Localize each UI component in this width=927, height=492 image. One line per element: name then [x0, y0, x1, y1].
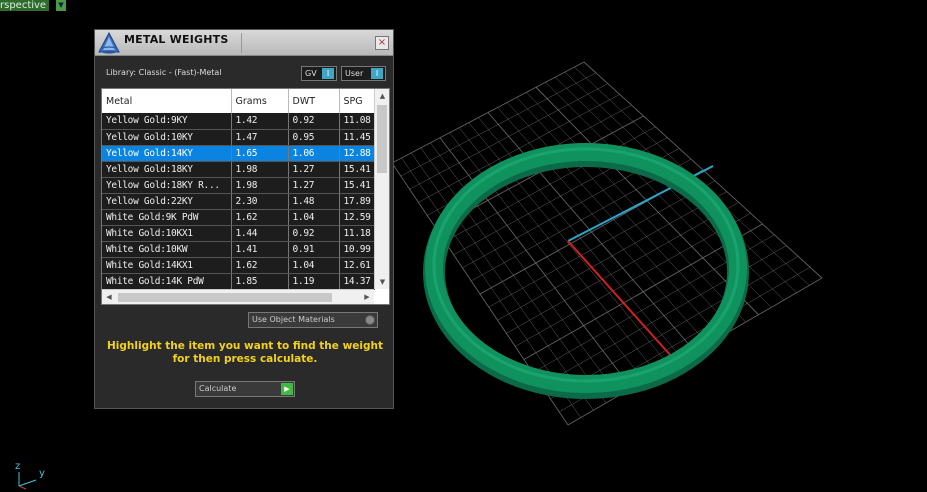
cell-dwt: 0.92 [288, 225, 340, 242]
cell-spg: 10.99 [339, 241, 375, 258]
cell-spg: 11.18 [339, 225, 375, 242]
cell-grams: 1.85 [231, 273, 289, 290]
cell-metal: Yellow Gold:14KY [102, 145, 232, 162]
cell-dwt: 0.92 [288, 113, 340, 130]
ground-grid [391, 61, 823, 426]
cell-spg: 14.37 [339, 273, 375, 290]
table-row[interactable]: Yellow Gold:9KY 1.42 0.92 11.08 [102, 113, 375, 130]
cell-metal: Yellow Gold:10KY [102, 129, 232, 146]
cell-spg: 12.59 [339, 209, 375, 226]
table-row[interactable]: Yellow Gold:18KY R... 1.98 1.27 15.41 [102, 177, 375, 194]
instructions-line-1: Highlight the item you want to find the … [107, 340, 383, 352]
gv-toggle-label: GV [305, 69, 317, 78]
view-menu-arrow-icon[interactable]: ▼ [56, 0, 66, 11]
dialog-title: METAL WEIGHTS [124, 33, 229, 46]
cell-grams: 1.62 [231, 257, 289, 274]
cell-grams: 2.30 [231, 193, 289, 210]
cell-spg: 17.89 [339, 193, 375, 210]
calculate-label: Calculate [199, 384, 237, 393]
cell-spg: 11.08 [339, 113, 375, 130]
scroll-up-icon[interactable]: ▲ [375, 89, 389, 103]
vertical-scrollbar[interactable]: ▲ ▼ [374, 89, 389, 289]
cell-metal: White Gold:10KW [102, 241, 232, 258]
table-row[interactable]: Yellow Gold:14KY 1.65 1.06 12.88 [102, 145, 375, 162]
axis-gizmo-icon [18, 472, 37, 490]
cell-dwt: 1.48 [288, 193, 340, 210]
gv-toggle[interactable]: GV I [301, 66, 337, 81]
x-axis-line [567, 240, 673, 358]
cell-grams: 1.62 [231, 209, 289, 226]
metal-table: Metal Grams DWT SPG Yellow Gold:9KY 1.42 0… [101, 88, 390, 305]
radio-icon[interactable] [365, 315, 375, 325]
cell-metal: Yellow Gold:9KY [102, 113, 232, 130]
calculate-button[interactable]: Calculate ▶ [195, 381, 295, 397]
cell-spg: 15.41 [339, 161, 375, 178]
user-toggle-label: User [345, 69, 364, 78]
horizontal-scrollbar[interactable]: ◀ ▶ [102, 289, 374, 304]
column-header-grams[interactable]: Grams [231, 89, 289, 113]
viewport-view-label[interactable]: rspective [0, 0, 50, 11]
column-header-spg[interactable]: SPG [339, 89, 375, 113]
table-row[interactable]: White Gold:10KX1 1.44 0.92 11.18 [102, 225, 375, 242]
cell-grams: 1.47 [231, 129, 289, 146]
instructions-text: Highlight the item you want to find the … [103, 340, 387, 366]
scroll-down-icon[interactable]: ▼ [375, 275, 389, 289]
play-arrow-icon: ▶ [281, 383, 293, 395]
cell-spg: 12.61 [339, 257, 375, 274]
cell-grams: 1.98 [231, 177, 289, 194]
metal-weights-dialog: METAL WEIGHTS × Library: Classic - (Fast… [94, 29, 394, 409]
cell-metal: White Gold:9K PdW [102, 209, 232, 226]
cell-metal: Yellow Gold:18KY [102, 161, 232, 178]
cell-spg: 12.88 [339, 145, 375, 162]
table-row[interactable]: White Gold:14KX1 1.62 1.04 12.61 [102, 257, 375, 274]
table-row[interactable]: White Gold:14K PdW 1.85 1.19 14.37 [102, 273, 375, 290]
cell-metal: White Gold:14KX1 [102, 257, 232, 274]
cell-dwt: 1.19 [288, 273, 340, 290]
table-row[interactable]: Yellow Gold:22KY 2.30 1.48 17.89 [102, 193, 375, 210]
cell-spg: 11.45 [339, 129, 375, 146]
toggle-knob-icon: I [371, 68, 383, 79]
table-row[interactable]: Yellow Gold:10KY 1.47 0.95 11.45 [102, 129, 375, 146]
cell-dwt: 1.27 [288, 177, 340, 194]
app-logo-icon [98, 32, 120, 54]
titlebar-divider [241, 33, 242, 53]
scroll-right-icon[interactable]: ▶ [360, 290, 374, 304]
cell-dwt: 0.91 [288, 241, 340, 258]
table-row[interactable]: White Gold:10KW 1.41 0.91 10.99 [102, 241, 375, 258]
horizontal-scroll-thumb[interactable] [118, 293, 332, 302]
column-header-metal[interactable]: Metal [102, 89, 232, 113]
scroll-left-icon[interactable]: ◀ [102, 290, 116, 304]
cell-metal: Yellow Gold:18KY R... [102, 177, 232, 194]
use-object-materials-option[interactable]: Use Object Materials [248, 312, 378, 328]
cell-dwt: 1.06 [288, 145, 340, 162]
cell-grams: 1.41 [231, 241, 289, 258]
cell-grams: 1.44 [231, 225, 289, 242]
cell-grams: 1.98 [231, 161, 289, 178]
use-object-materials-label: Use Object Materials [252, 315, 335, 324]
cell-metal: White Gold:10KX1 [102, 225, 232, 242]
ring-model[interactable] [423, 143, 749, 399]
vertical-scroll-thumb[interactable] [377, 105, 387, 173]
cell-grams: 1.42 [231, 113, 289, 130]
library-label: Library: Classic - (Fast)-Metal [106, 68, 222, 77]
cell-grams: 1.65 [231, 145, 289, 162]
cell-metal: White Gold:14K PdW [102, 273, 232, 290]
cell-metal: Yellow Gold:22KY [102, 193, 232, 210]
cell-dwt: 1.04 [288, 209, 340, 226]
cell-spg: 15.41 [339, 177, 375, 194]
table-row[interactable]: Yellow Gold:18KY 1.98 1.27 15.41 [102, 161, 375, 178]
instructions-line-2: for then press calculate. [172, 353, 318, 365]
table-header-row: Metal Grams DWT SPG [102, 89, 375, 113]
user-toggle[interactable]: User I [341, 66, 386, 81]
cell-dwt: 1.04 [288, 257, 340, 274]
toggle-knob-icon: I [322, 68, 334, 79]
table-row[interactable]: White Gold:9K PdW 1.62 1.04 12.59 [102, 209, 375, 226]
cell-dwt: 1.27 [288, 161, 340, 178]
cell-dwt: 0.95 [288, 129, 340, 146]
close-button[interactable]: × [375, 36, 389, 50]
dialog-titlebar[interactable]: METAL WEIGHTS × [95, 30, 393, 56]
column-header-dwt[interactable]: DWT [288, 89, 340, 113]
